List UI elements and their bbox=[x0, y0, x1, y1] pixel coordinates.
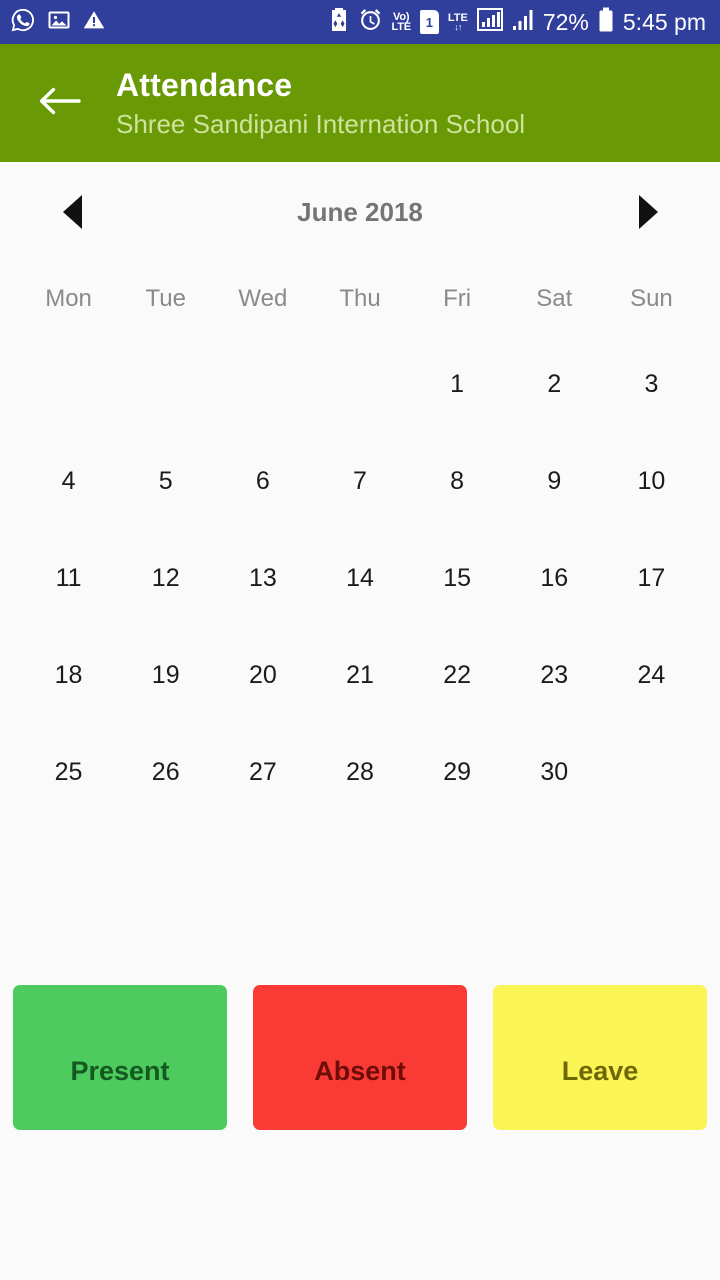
dow-sat: Sat bbox=[536, 285, 573, 312]
battery-percent-label: 72% bbox=[542, 8, 589, 35]
dow-wed: Wed bbox=[238, 285, 288, 312]
dow-sun: Sun bbox=[630, 285, 673, 312]
whatsapp-icon bbox=[10, 7, 36, 38]
day-cell[interactable]: 18 bbox=[20, 627, 117, 724]
day-cell bbox=[311, 336, 408, 433]
present-button[interactable]: Present bbox=[13, 985, 227, 1130]
alarm-icon bbox=[358, 7, 383, 37]
day-cell[interactable]: 7 bbox=[311, 433, 408, 530]
day-cell[interactable]: 17 bbox=[603, 530, 700, 627]
day-of-week-header-row: Mon Tue Wed Thu Fri Sat Sun bbox=[20, 262, 700, 336]
page-title: Attendance bbox=[116, 66, 293, 103]
dow-mon: Mon bbox=[45, 285, 92, 312]
status-bar-left-icons bbox=[10, 7, 106, 38]
day-cell[interactable]: 12 bbox=[117, 530, 214, 627]
back-button[interactable] bbox=[32, 75, 88, 131]
day-cell[interactable]: 23 bbox=[506, 627, 603, 724]
day-cell[interactable]: 15 bbox=[409, 530, 506, 627]
day-cell[interactable]: 9 bbox=[506, 433, 603, 530]
calendar-week-row: 11 12 13 14 15 16 17 bbox=[20, 530, 700, 627]
day-cell[interactable]: 1 bbox=[409, 336, 506, 433]
day-cell[interactable]: 6 bbox=[214, 433, 311, 530]
day-cell[interactable]: 22 bbox=[409, 627, 506, 724]
triangle-left-icon bbox=[62, 195, 82, 229]
day-cell bbox=[214, 336, 311, 433]
absent-button[interactable]: Absent bbox=[253, 985, 467, 1130]
day-cell[interactable]: 8 bbox=[409, 433, 506, 530]
day-cell bbox=[603, 724, 700, 821]
next-month-button[interactable] bbox=[622, 186, 674, 238]
leave-button[interactable]: Leave bbox=[493, 985, 707, 1130]
month-navigation: June 2018 bbox=[0, 162, 720, 262]
day-cell[interactable]: 26 bbox=[117, 724, 214, 821]
day-cell[interactable]: 29 bbox=[409, 724, 506, 821]
app-bar-titles: Attendance Shree Sandipani Internation S… bbox=[116, 66, 525, 141]
calendar-week-row: 4 5 6 7 8 9 10 bbox=[20, 433, 700, 530]
battery-icon bbox=[598, 7, 614, 38]
day-cell[interactable]: 16 bbox=[506, 530, 603, 627]
day-cell[interactable]: 14 bbox=[311, 530, 408, 627]
calendar-week-row: 1 2 3 bbox=[20, 336, 700, 433]
day-cell[interactable]: 3 bbox=[603, 336, 700, 433]
day-cell[interactable]: 4 bbox=[20, 433, 117, 530]
day-cell[interactable]: 2 bbox=[506, 336, 603, 433]
day-cell[interactable]: 11 bbox=[20, 530, 117, 627]
app-bar: Attendance Shree Sandipani Internation S… bbox=[0, 44, 720, 162]
signal-bars-icon bbox=[476, 7, 503, 37]
triangle-right-icon bbox=[638, 195, 658, 229]
attendance-legend: Present Absent Leave bbox=[0, 985, 720, 1130]
status-bar-right-icons: Vo) LTE 1 LTE ↓↑ 72% 5:45 pm bbox=[329, 7, 706, 38]
sim1-icon: 1 bbox=[419, 10, 439, 34]
day-cell[interactable]: 19 bbox=[117, 627, 214, 724]
day-cell[interactable]: 5 bbox=[117, 433, 214, 530]
previous-month-button[interactable] bbox=[46, 186, 98, 238]
day-cell[interactable]: 20 bbox=[214, 627, 311, 724]
day-cell bbox=[117, 336, 214, 433]
day-cell[interactable]: 27 bbox=[214, 724, 311, 821]
dow-tue: Tue bbox=[145, 285, 186, 312]
calendar-grid: Mon Tue Wed Thu Fri Sat Sun 1 2 3 4 5 6 … bbox=[0, 262, 720, 821]
lte-data-icon: LTE ↓↑ bbox=[447, 11, 468, 32]
day-cell bbox=[20, 336, 117, 433]
day-cell[interactable]: 28 bbox=[311, 724, 408, 821]
volte-icon: Vo) LTE bbox=[391, 10, 412, 33]
warning-icon bbox=[82, 8, 106, 37]
clock-label: 5:45 pm bbox=[622, 8, 706, 35]
day-cell[interactable]: 13 bbox=[214, 530, 311, 627]
calendar-week-row: 25 26 27 28 29 30 bbox=[20, 724, 700, 821]
dow-thu: Thu bbox=[339, 285, 381, 312]
day-cell[interactable]: 25 bbox=[20, 724, 117, 821]
calendar-week-row: 18 19 20 21 22 23 24 bbox=[20, 627, 700, 724]
month-year-label: June 2018 bbox=[297, 196, 423, 227]
status-bar: Vo) LTE 1 LTE ↓↑ 72% 5:45 pm bbox=[0, 0, 720, 44]
signal-bars-2-icon bbox=[512, 7, 534, 37]
battery-saver-icon bbox=[329, 7, 349, 37]
arrow-left-icon bbox=[38, 84, 82, 123]
page-subtitle: Shree Sandipani Internation School bbox=[116, 108, 526, 139]
dow-fri: Fri bbox=[443, 285, 472, 312]
day-cell[interactable]: 30 bbox=[506, 724, 603, 821]
day-cell[interactable]: 10 bbox=[603, 433, 700, 530]
day-cell[interactable]: 21 bbox=[311, 627, 408, 724]
day-cell[interactable]: 24 bbox=[603, 627, 700, 724]
image-icon bbox=[47, 8, 71, 37]
